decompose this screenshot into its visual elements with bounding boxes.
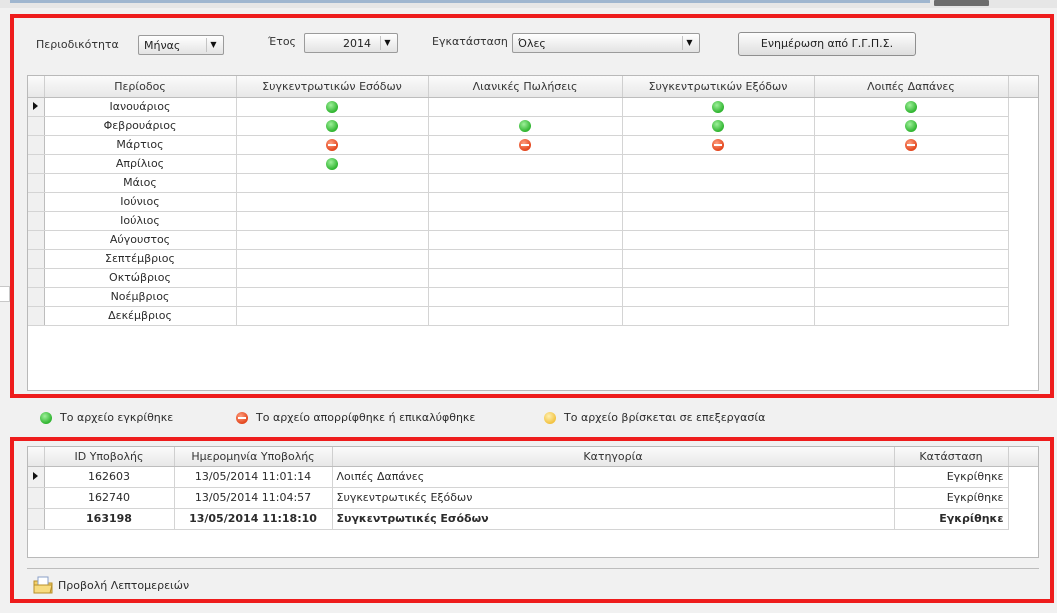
status-legend: Το αρχείο εγκρίθηκε Το αρχείο απορρίφθηκ… xyxy=(14,408,1054,432)
splitter-handle[interactable] xyxy=(0,286,10,302)
legend-rejected-label: Το αρχείο απορρίφθηκε ή επικαλύφθηκε xyxy=(256,411,476,424)
red-status-icon xyxy=(236,412,248,424)
legend-approved: Το αρχείο εγκρίθηκε xyxy=(40,411,173,424)
legend-rejected: Το αρχείο απορρίφθηκε ή επικαλύφθηκε xyxy=(236,411,475,424)
window-control[interactable] xyxy=(934,0,989,6)
window-top-strip xyxy=(0,0,1057,8)
legend-processing: Το αρχείο βρίσκεται σε επεξεργασία xyxy=(544,411,765,424)
legend-approved-label: Το αρχείο εγκρίθηκε xyxy=(60,411,174,424)
green-status-icon xyxy=(40,412,52,424)
highlight-frame-bottom xyxy=(10,437,1054,603)
highlight-frame-top xyxy=(10,14,1054,398)
yellow-status-icon xyxy=(544,412,556,424)
legend-processing-label: Το αρχείο βρίσκεται σε επεξεργασία xyxy=(564,411,766,424)
title-bar-edge xyxy=(10,0,930,3)
